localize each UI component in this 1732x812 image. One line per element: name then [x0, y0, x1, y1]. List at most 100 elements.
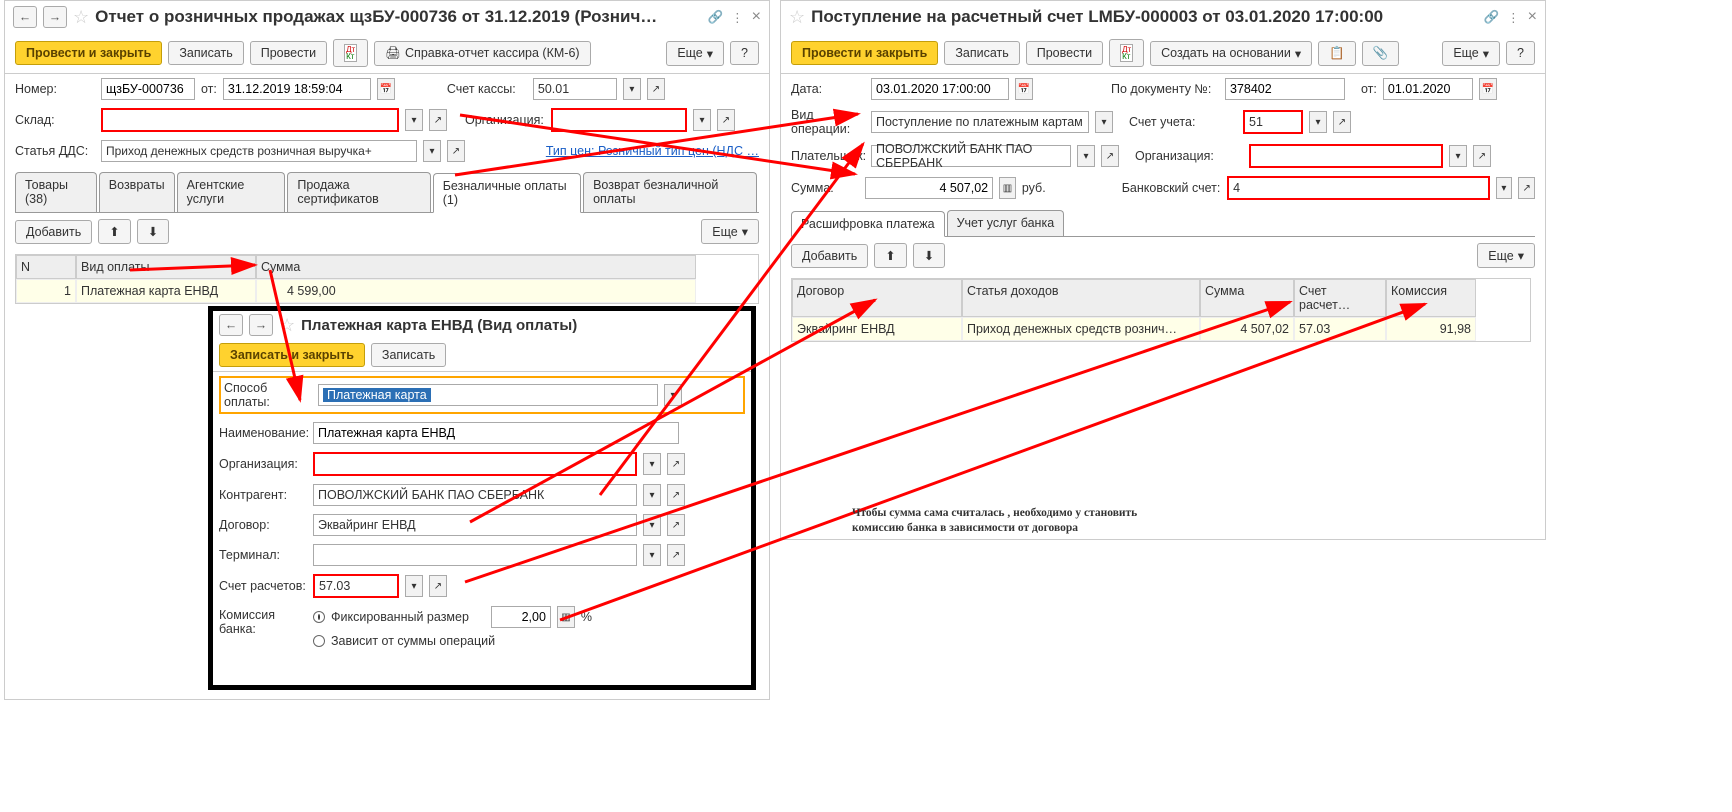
move-up-button[interactable]: ⬆	[98, 219, 130, 244]
dropdown-icon[interactable]: ▾	[1077, 145, 1095, 167]
radio-depends[interactable]: Зависит от суммы операций	[313, 634, 592, 648]
cell-sum[interactable]: 4 507,02	[1200, 317, 1294, 341]
dropdown-icon[interactable]: ▾	[643, 453, 661, 475]
tab-noncash[interactable]: Безналичные оплаты (1)	[433, 173, 581, 213]
dds-select[interactable]: Приход денежных средств розничная выручк…	[101, 140, 417, 162]
star-icon[interactable]: ☆	[789, 7, 805, 28]
cell-n[interactable]: 1	[16, 279, 76, 303]
save-close-button[interactable]: Записать и закрыть	[219, 343, 365, 367]
create-based-button[interactable]: Создать на основании ▾	[1150, 41, 1312, 66]
nav-back-button[interactable]: ←	[13, 6, 37, 28]
write-button[interactable]: Записать	[944, 41, 1019, 65]
open-icon[interactable]: ↗	[667, 514, 685, 536]
counter-select[interactable]: ПОВОЛЖСКИЙ БАНК ПАО СБЕРБАНК	[313, 484, 637, 506]
org-select[interactable]	[551, 108, 687, 132]
name-input[interactable]	[313, 422, 679, 444]
open-icon[interactable]: ↗	[1518, 177, 1535, 199]
post-button[interactable]: Провести	[1026, 41, 1103, 65]
more-button[interactable]: Еще ▾	[1477, 243, 1535, 268]
price-type-link[interactable]: Тип цен: Розничный тип цен (НДС …	[546, 144, 759, 158]
report-button[interactable]: 🖨 Справка-отчет кассира (КМ-6)	[374, 41, 590, 66]
dt-kt-button[interactable]: ДтКт	[333, 39, 368, 67]
dropdown-icon[interactable]: ▾	[623, 78, 641, 100]
dropdown-icon[interactable]: ▾	[1496, 177, 1513, 199]
fixed-rate-input[interactable]	[491, 606, 551, 628]
open-icon[interactable]: ↗	[717, 109, 735, 131]
write-button[interactable]: Записать	[168, 41, 243, 65]
sum-input[interactable]	[865, 177, 993, 199]
cell-contract[interactable]: Эквайринг ЕНВД	[792, 317, 962, 341]
cell-income[interactable]: Приход денежных средств рознич…	[962, 317, 1200, 341]
move-up-button[interactable]: ⬆	[874, 243, 906, 268]
dropdown-icon[interactable]: ▾	[1449, 145, 1467, 167]
cell-comm[interactable]: 91,98	[1386, 317, 1476, 341]
more-button[interactable]: Еще ▾	[666, 41, 724, 66]
post-close-button[interactable]: Провести и закрыть	[15, 41, 162, 65]
link-icon[interactable]: 🔗	[1484, 10, 1500, 25]
nav-fwd-button[interactable]: →	[249, 314, 273, 336]
add-button[interactable]: Добавить	[15, 220, 92, 244]
cell-sum[interactable]: 4 599,00	[256, 279, 696, 303]
more-button[interactable]: Еще ▾	[1442, 41, 1500, 66]
tab-cert[interactable]: Продажа сертификатов	[287, 172, 430, 212]
post-button[interactable]: Провести	[250, 41, 327, 65]
account-select[interactable]: 50.01	[533, 78, 617, 100]
cell-pay[interactable]: Платежная карта ЕНВД	[76, 279, 256, 303]
tab-agent[interactable]: Агентские услуги	[177, 172, 286, 212]
warehouse-select[interactable]	[101, 108, 399, 132]
tab-bank-services[interactable]: Учет услуг банка	[947, 210, 1065, 236]
dropdown-icon[interactable]: ▾	[643, 544, 661, 566]
open-icon[interactable]: ↗	[667, 484, 685, 506]
dropdown-icon[interactable]: ▾	[1309, 111, 1327, 133]
star-icon[interactable]: ☆	[279, 315, 295, 336]
calendar-icon[interactable]: 📅	[1479, 78, 1497, 100]
nav-fwd-button[interactable]: →	[43, 6, 67, 28]
open-icon[interactable]: ↗	[1333, 111, 1351, 133]
open-icon[interactable]: ↗	[1101, 145, 1119, 167]
tab-noncash-return[interactable]: Возврат безналичной оплаты	[583, 172, 757, 212]
more-button[interactable]: Еще ▾	[701, 219, 759, 244]
docnum-input[interactable]	[1225, 78, 1345, 100]
register-button[interactable]: 📋	[1318, 41, 1356, 66]
more-menu-icon[interactable]: ⋮	[1507, 10, 1520, 25]
op-select[interactable]: Поступление по платежным картам	[871, 111, 1089, 133]
open-icon[interactable]: ↗	[647, 78, 665, 100]
org-select[interactable]	[313, 452, 637, 476]
close-icon[interactable]: ×	[1528, 8, 1537, 26]
radio-fixed[interactable]: Фиксированный размер ▥ %	[313, 606, 592, 628]
attach-button[interactable]: 📎	[1362, 41, 1400, 66]
help-button[interactable]: ?	[1506, 41, 1535, 65]
add-button[interactable]: Добавить	[791, 244, 868, 268]
org-select[interactable]	[1249, 144, 1443, 168]
from-date-input[interactable]	[1383, 78, 1473, 100]
dropdown-icon[interactable]: ▾	[643, 484, 661, 506]
payer-select[interactable]: ПОВОЛЖСКИЙ БАНК ПАО СБЕРБАНК	[871, 145, 1071, 167]
close-icon[interactable]: ×	[752, 8, 761, 26]
dropdown-icon[interactable]: ▾	[643, 514, 661, 536]
dropdown-icon[interactable]: ▾	[664, 384, 682, 406]
date-input[interactable]	[871, 78, 1009, 100]
terminal-select[interactable]	[313, 544, 637, 566]
open-icon[interactable]: ↗	[667, 544, 685, 566]
dt-kt-button[interactable]: ДтКт	[1109, 39, 1144, 67]
contract-select[interactable]: Эквайринг ЕНВД	[313, 514, 637, 536]
tab-goods[interactable]: Товары (38)	[15, 172, 97, 212]
link-icon[interactable]: 🔗	[708, 10, 724, 25]
dropdown-icon[interactable]: ▾	[1095, 111, 1113, 133]
cell-acc[interactable]: 57.03	[1294, 317, 1386, 341]
post-close-button[interactable]: Провести и закрыть	[791, 41, 938, 65]
calendar-icon[interactable]: 📅	[1015, 78, 1033, 100]
number-input[interactable]	[101, 78, 195, 100]
open-icon[interactable]: ↗	[1473, 145, 1491, 167]
dropdown-icon[interactable]: ▾	[405, 109, 423, 131]
bank-select[interactable]: 4	[1227, 176, 1489, 200]
calc-icon[interactable]: ▥	[999, 177, 1016, 199]
tab-returns[interactable]: Возвраты	[99, 172, 175, 212]
method-select[interactable]: Платежная карта	[318, 384, 658, 406]
dropdown-icon[interactable]: ▾	[423, 140, 441, 162]
open-icon[interactable]: ↗	[667, 453, 685, 475]
date-input[interactable]	[223, 78, 371, 100]
nav-back-button[interactable]: ←	[219, 314, 243, 336]
tab-payment-detail[interactable]: Расшифровка платежа	[791, 211, 945, 237]
calc-icon[interactable]: ▥	[557, 606, 575, 628]
